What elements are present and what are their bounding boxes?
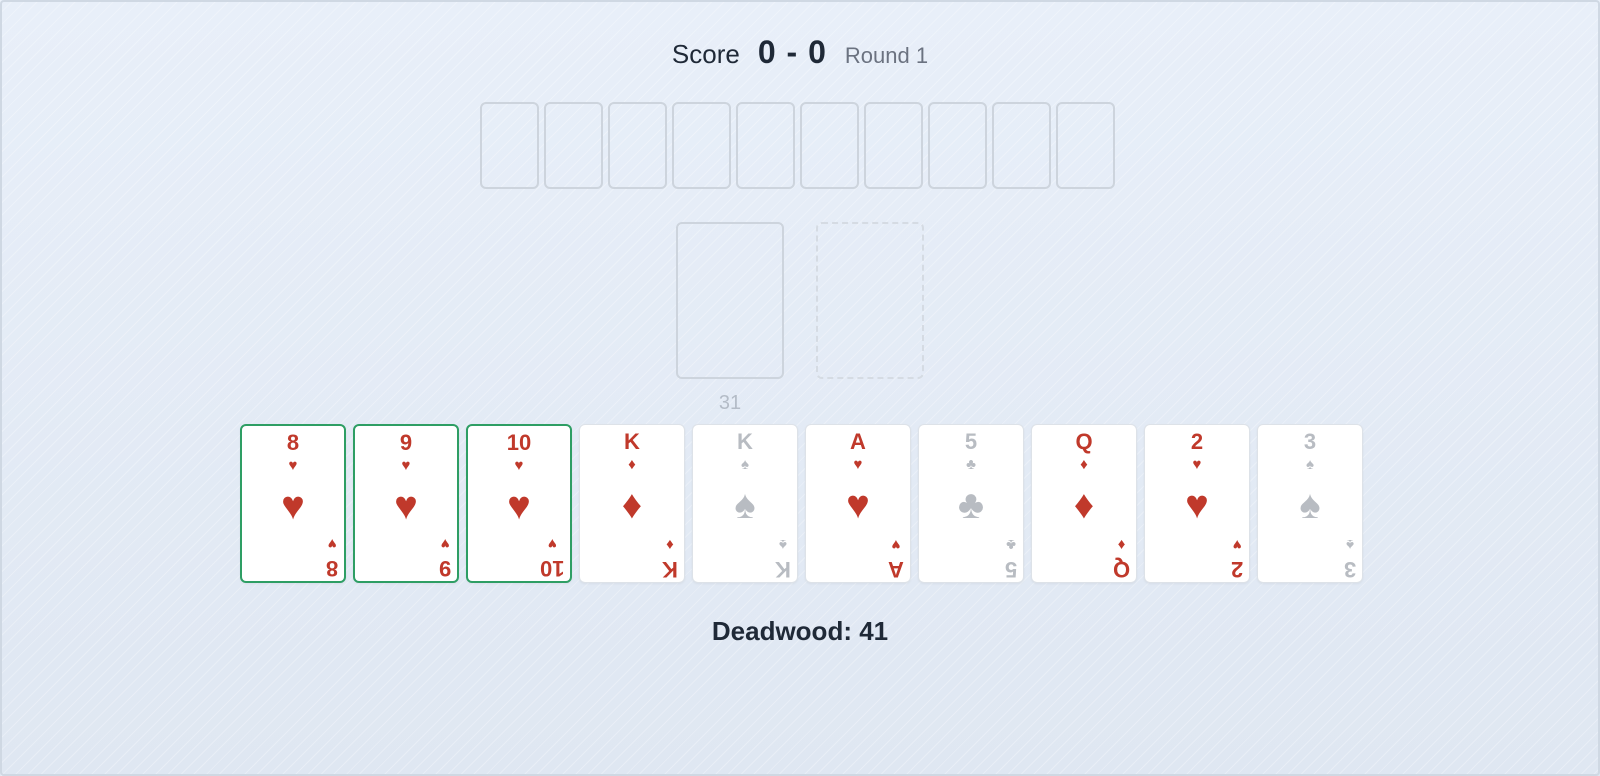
heart-center-icon: ♥ (846, 483, 870, 527)
card-corner-bottom: 2 ♥ (1230, 536, 1243, 582)
card-corner-bottom: 10 ♥ (539, 535, 564, 581)
heart-suit-icon: ♥ (288, 457, 298, 474)
heart-center-icon: ♥ (507, 484, 531, 528)
card-corner-bottom: 3 ♠ (1343, 536, 1356, 582)
score-value: 0 - 0 (757, 34, 827, 70)
card-rank-inverted: 10 (539, 556, 564, 581)
round-label: Round 1 (844, 43, 929, 68)
card-suit-inverted-icon: ♠ (779, 536, 788, 553)
opponent-card-slot (608, 102, 667, 189)
card-rank-inverted: Q (1112, 557, 1130, 582)
card-suit-inverted-icon: ♦ (666, 536, 674, 553)
card-rank: K (624, 429, 640, 454)
heart-suit-icon: ♥ (1192, 456, 1202, 473)
heart-center-icon: ♥ (281, 484, 305, 528)
opponent-card-slot (864, 102, 923, 189)
card-corner-bottom: A ♥ (888, 536, 904, 582)
opponent-hand (480, 102, 1115, 189)
score-bar: Score 0 - 0 Round 1 (0, 34, 1600, 71)
spade-center-icon: ♠ (734, 483, 756, 527)
card-rank-inverted: A (888, 557, 904, 582)
opponent-card-slot (672, 102, 731, 189)
card-rank-inverted: 9 (438, 556, 451, 581)
hand-card[interactable]: K ♦ ♦ K ♦ (579, 424, 685, 583)
spade-suit-icon: ♠ (1306, 456, 1314, 473)
club-suit-icon: ♣ (966, 456, 976, 473)
card-rank: 2 (1190, 429, 1204, 454)
hand-card[interactable]: 10 ♥ ♥ 10 ♥ (466, 424, 572, 583)
heart-center-icon: ♥ (394, 484, 418, 528)
hand-card[interactable]: K ♠ ♠ K ♠ (692, 424, 798, 583)
card-corner-bottom: 8 ♥ (325, 535, 338, 581)
diamond-center-icon: ♦ (621, 483, 643, 527)
opponent-card-slot (1056, 102, 1115, 189)
card-rank-inverted: 2 (1230, 557, 1243, 582)
opponent-card-slot (480, 102, 539, 189)
card-corner-bottom: 9 ♥ (438, 535, 451, 581)
card-corner-bottom: Q ♦ (1112, 536, 1130, 582)
heart-suit-icon: ♥ (853, 456, 863, 473)
card-rank-inverted: K (662, 557, 678, 582)
card-rank: 5 (964, 429, 978, 454)
stock-pile[interactable] (676, 222, 784, 379)
hand-card[interactable]: 8 ♥ ♥ 8 ♥ (240, 424, 346, 583)
card-suit-inverted-icon: ♥ (327, 535, 337, 552)
score-label: Score (671, 39, 740, 69)
card-rank-inverted: 8 (325, 556, 338, 581)
hand-card[interactable]: 9 ♥ ♥ 9 ♥ (353, 424, 459, 583)
diamond-center-icon: ♦ (1073, 483, 1095, 527)
player-hand: 8 ♥ ♥ 8 ♥ 9 ♥ ♥ 9 ♥ 10 ♥ ♥ 10 ♥ K ♦ ♦ K ♦ K ♠ ♠ K ♠ A ♥ ♥ A ♥ 5 ♣ ♣ 5 ♣ Q ♦ ♦… (240, 424, 1363, 583)
card-suit-inverted-icon: ♦ (1117, 536, 1126, 553)
card-rank: 3 (1303, 429, 1317, 454)
opponent-card-slot (992, 102, 1051, 189)
card-corner-bottom: K ♠ (775, 536, 791, 582)
card-suit-inverted-icon: ♥ (1232, 536, 1242, 553)
stock-count: 31 (718, 392, 742, 414)
card-rank-inverted: K (775, 557, 791, 582)
card-rank-inverted: 5 (1004, 557, 1017, 582)
card-rank: K (737, 429, 753, 454)
opponent-card-slot (544, 102, 603, 189)
hand-card[interactable]: 3 ♠ ♠ 3 ♠ (1257, 424, 1363, 583)
opponent-card-slot (928, 102, 987, 189)
card-corner-bottom: 5 ♣ (1004, 536, 1017, 582)
hand-card[interactable]: A ♥ ♥ A ♥ (805, 424, 911, 583)
heart-suit-icon: ♥ (514, 457, 524, 474)
spade-suit-icon: ♠ (741, 456, 749, 473)
hand-card[interactable]: 2 ♥ ♥ 2 ♥ (1144, 424, 1250, 583)
spade-center-icon: ♠ (1299, 483, 1321, 527)
card-suit-inverted-icon: ♠ (1345, 536, 1354, 553)
diamond-suit-icon: ♦ (1080, 456, 1088, 473)
opponent-card-slot (800, 102, 859, 189)
card-rank: A (850, 429, 866, 454)
discard-pile[interactable] (816, 222, 924, 379)
card-suit-inverted-icon: ♣ (1005, 536, 1016, 553)
card-rank-inverted: 3 (1343, 557, 1356, 582)
card-suit-inverted-icon: ♥ (891, 536, 901, 553)
card-rank: 10 (506, 430, 532, 455)
heart-suit-icon: ♥ (401, 457, 411, 474)
card-corner-bottom: K ♦ (662, 536, 678, 582)
opponent-card-slot (736, 102, 795, 189)
card-rank: 8 (286, 430, 300, 455)
card-suit-inverted-icon: ♥ (440, 535, 450, 552)
deadwood-count: Deadwood: 41 (711, 616, 889, 646)
card-rank: Q (1075, 429, 1093, 454)
hand-card[interactable]: 5 ♣ ♣ 5 ♣ (918, 424, 1024, 583)
club-center-icon: ♣ (957, 483, 985, 527)
card-suit-inverted-icon: ♥ (547, 535, 557, 552)
card-rank: 9 (399, 430, 413, 455)
heart-center-icon: ♥ (1185, 483, 1209, 527)
diamond-suit-icon: ♦ (628, 456, 636, 473)
hand-card[interactable]: Q ♦ ♦ Q ♦ (1031, 424, 1137, 583)
